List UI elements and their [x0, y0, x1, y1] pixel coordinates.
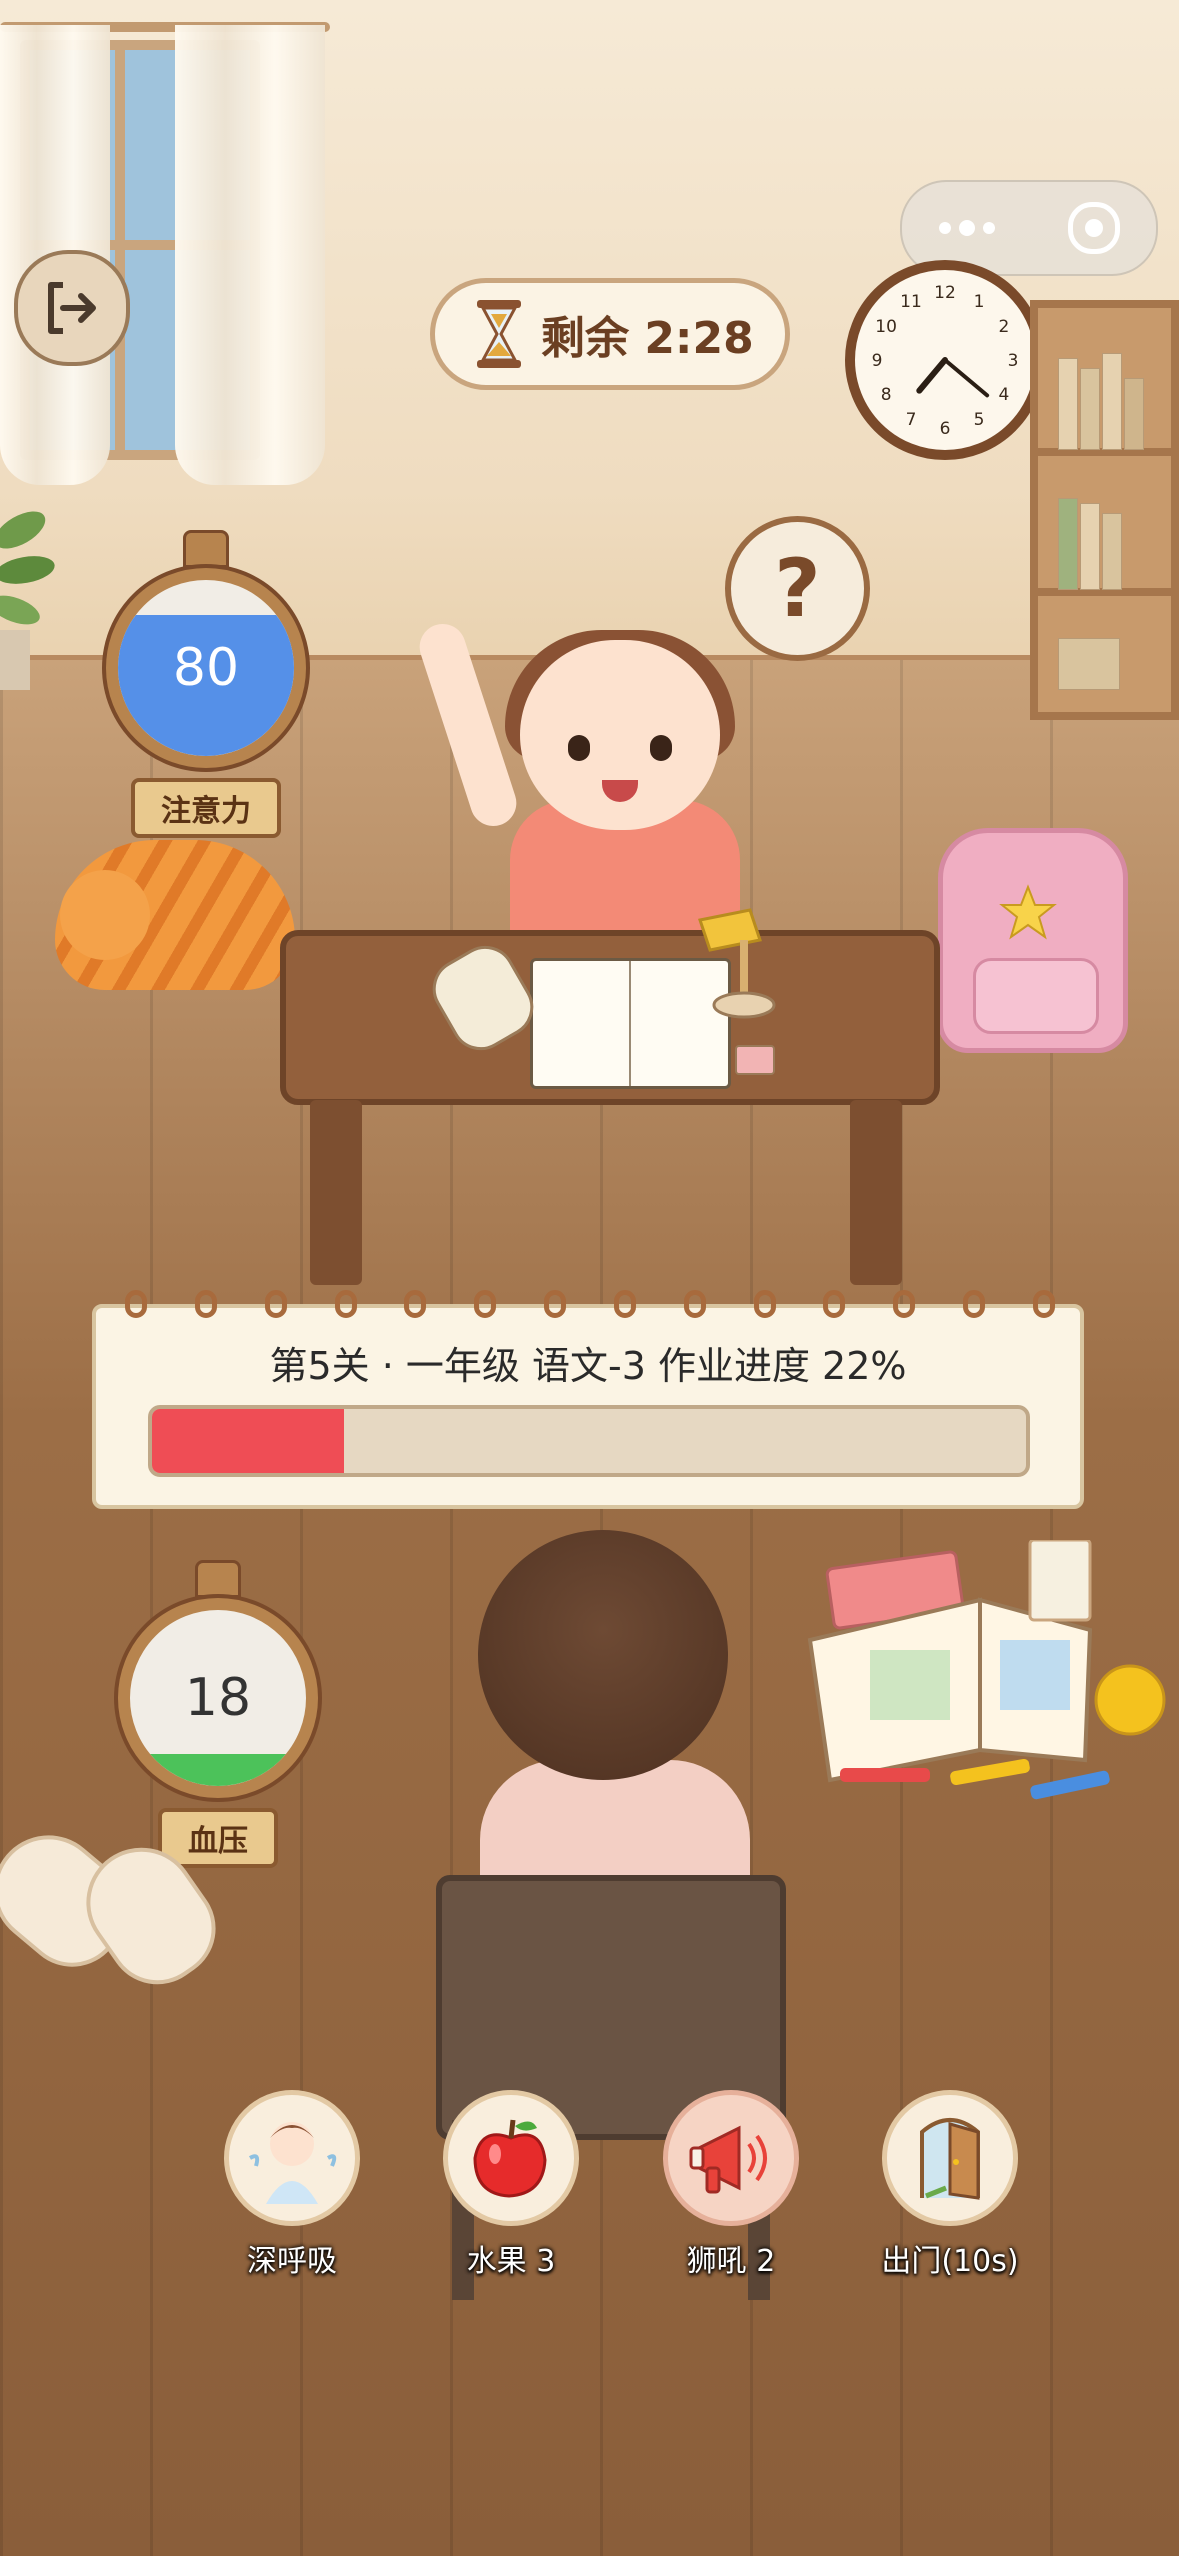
clock-number: 5 [974, 410, 985, 430]
clock-number: 8 [881, 385, 892, 405]
clock-number: 12 [934, 283, 956, 303]
star-icon [999, 884, 1057, 940]
clock-number: 7 [906, 410, 917, 430]
gauge-cap [195, 1560, 241, 1598]
apple-icon [473, 2119, 547, 2198]
go-out-action[interactable]: 出门(10s) [875, 2090, 1025, 2280]
window-frame [115, 40, 125, 460]
go-out-label: 出门(10s) [881, 2244, 1019, 2279]
blood-pressure-fill [130, 1754, 306, 1786]
attention-label: 注意力 [131, 778, 281, 838]
question-mark: ? [774, 542, 821, 635]
fruit-label: 水果 3 [466, 2244, 556, 2279]
attention-gauge: 80 注意力 [106, 530, 306, 838]
deep-breath-action[interactable]: 深呼吸 [217, 2090, 367, 2280]
close-miniprogram-button[interactable] [1067, 202, 1120, 254]
blood-pressure-meter: 18 [118, 1598, 318, 1798]
deep-breath-icon [248, 2122, 337, 2204]
fruit-button[interactable] [443, 2090, 579, 2226]
door-icon [920, 2118, 980, 2200]
exit-icon [48, 282, 96, 334]
level-progress-title: 第5关 · 一年级 语文-3 作业进度 22% [269, 1344, 907, 1388]
lion-roar-action[interactable]: 狮吼 2 [656, 2090, 806, 2280]
fruit-action[interactable]: 水果 3 [436, 2090, 586, 2280]
blood-pressure-value: 18 [184, 1668, 252, 1728]
exit-button[interactable] [14, 250, 130, 366]
desk-leg [310, 1100, 362, 1285]
gauge-cap [183, 530, 229, 568]
boy-head [478, 1530, 728, 1780]
clock-hand [943, 358, 990, 398]
wall-clock: 12 1 2 3 4 5 6 7 8 9 10 11 [845, 260, 1045, 460]
curtain-right [175, 25, 325, 485]
hourglass-icon [477, 300, 521, 368]
deep-breath-label: 深呼吸 [247, 2244, 337, 2279]
desk-leg [850, 1100, 902, 1285]
go-out-button[interactable] [882, 2090, 1018, 2226]
notebook-rings [125, 1290, 1055, 1320]
lion-roar-button[interactable] [663, 2090, 799, 2226]
attention-meter: 80 [106, 568, 306, 768]
clock-number: 3 [1008, 351, 1019, 371]
deep-breath-button[interactable] [224, 2090, 360, 2226]
megaphone-icon [689, 2125, 767, 2194]
picture-books-pile [807, 1540, 1166, 1800]
bookshelf [1030, 300, 1179, 720]
clock-number: 11 [900, 292, 922, 312]
attention-value: 80 [172, 638, 240, 698]
clock-face: 12 12 3 45 6 78 9 1011 [872, 283, 1019, 439]
plant-icon [0, 511, 55, 690]
girl-face [520, 640, 720, 830]
clock-number: 2 [998, 317, 1009, 337]
timer-text: 剩余 2:28 [541, 313, 754, 364]
lion-roar-label: 狮吼 2 [686, 2244, 776, 2279]
homework-progress-bar [148, 1405, 1030, 1477]
clock-number: 10 [875, 317, 897, 337]
clock-number: 9 [872, 351, 883, 371]
clock-number: 1 [974, 292, 985, 312]
clock-hand [916, 357, 948, 394]
desk-lamp-icon [698, 908, 776, 1019]
countdown-timer: 剩余 2:28 [430, 278, 790, 390]
cat-head [60, 870, 150, 960]
clock-number: 4 [998, 385, 1009, 405]
help-button[interactable]: ? [725, 516, 870, 661]
progress-bar-fill [152, 1409, 345, 1473]
blood-pressure-gauge: 18 血压 [118, 1560, 318, 1868]
more-menu-button[interactable] [938, 220, 995, 236]
eraser [735, 1045, 775, 1075]
backpack [938, 828, 1128, 1053]
clock-number: 6 [940, 419, 951, 439]
